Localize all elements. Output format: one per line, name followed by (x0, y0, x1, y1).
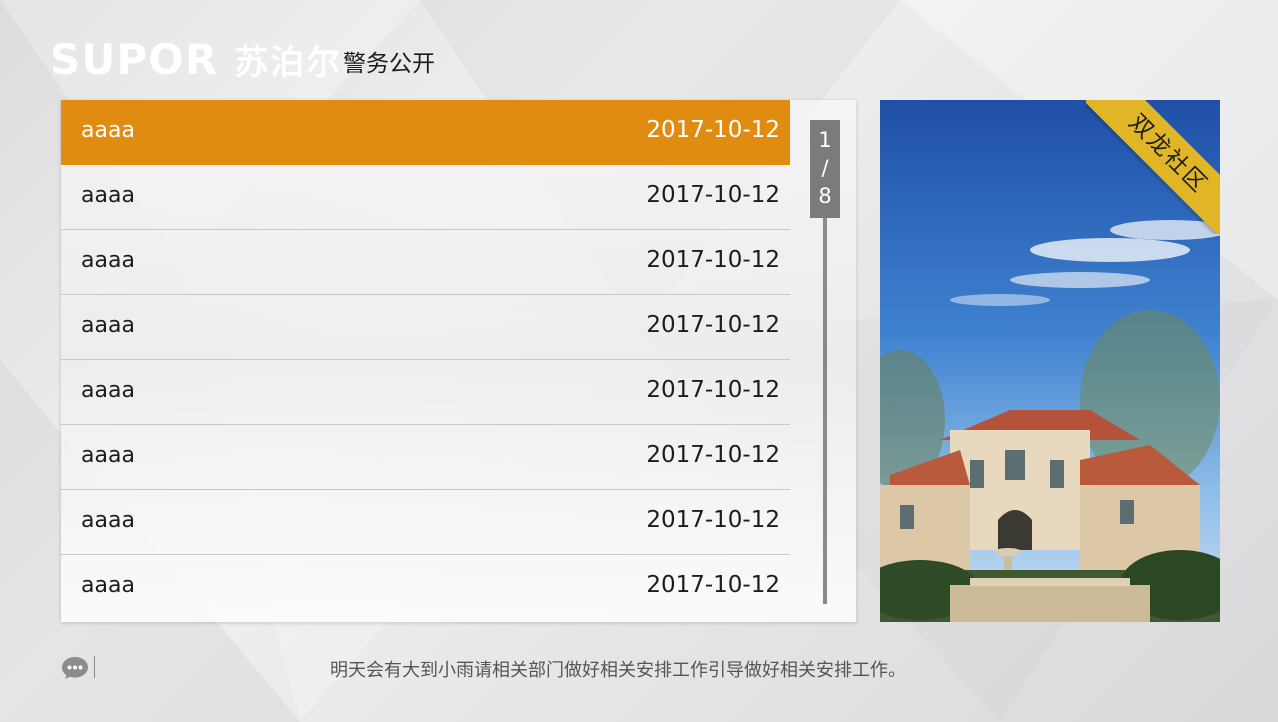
list-item[interactable]: aaaa 2017-10-12 (61, 360, 790, 425)
list-item-date: 2017-10-12 (646, 377, 780, 403)
list-item-title: aaaa (81, 118, 135, 143)
list-item-date: 2017-10-12 (646, 572, 780, 598)
ribbon-wrap: 双龙社区 (1086, 100, 1220, 234)
list-item-date: 2017-10-12 (646, 247, 780, 273)
community-photo-card[interactable]: 双龙社区 (880, 100, 1220, 622)
chat-icon[interactable] (61, 656, 89, 680)
brand-logo: SUPOR 苏泊尔 (50, 34, 343, 84)
list-item-title: aaaa (81, 313, 135, 338)
list-item[interactable]: aaaa 2017-10-12 (61, 425, 790, 490)
list-item-date: 2017-10-12 (646, 507, 780, 533)
list-item-date: 2017-10-12 (646, 442, 780, 468)
list-item-title: aaaa (81, 508, 135, 533)
page-title: 警务公开 (343, 51, 435, 77)
list-item-title: aaaa (81, 573, 135, 598)
list-item[interactable]: aaaa 2017-10-12 (61, 555, 790, 620)
list-item-date: 2017-10-12 (646, 117, 780, 143)
list-item[interactable]: aaaa 2017-10-12 (61, 490, 790, 555)
list-item-title: aaaa (81, 183, 135, 208)
list-item[interactable]: aaaa 2017-10-12 (61, 100, 790, 165)
logo-text-en: SUPOR (50, 34, 219, 84)
notice-list: aaaa 2017-10-12 aaaa 2017-10-12 aaaa 2017-10-… (61, 100, 790, 620)
list-item-title: aaaa (81, 248, 135, 273)
list-item-date: 2017-10-12 (646, 312, 780, 338)
notice-list-panel: aaaa 2017-10-12 aaaa 2017-10-12 aaaa 2017-10-… (61, 100, 856, 622)
list-item[interactable]: aaaa 2017-10-12 (61, 165, 790, 230)
page-separator: / (821, 156, 829, 180)
list-item[interactable]: aaaa 2017-10-12 (61, 295, 790, 360)
footer-divider (94, 656, 95, 678)
page-current: 1 (818, 128, 832, 152)
page-total: 8 (818, 184, 832, 208)
list-item-title: aaaa (81, 378, 135, 403)
scrollbar-track[interactable] (823, 218, 827, 604)
logo-text-cn: 苏泊尔 (234, 42, 343, 83)
list-item-date: 2017-10-12 (646, 182, 780, 208)
list-item-title: aaaa (81, 443, 135, 468)
page-indicator: 1 / 8 (810, 120, 840, 218)
scrolling-notice: 明天会有大到小雨请相关部门做好相关安排工作引导做好相关安排工作。 (330, 660, 906, 681)
list-item[interactable]: aaaa 2017-10-12 (61, 230, 790, 295)
community-ribbon: 双龙社区 (1086, 100, 1220, 234)
